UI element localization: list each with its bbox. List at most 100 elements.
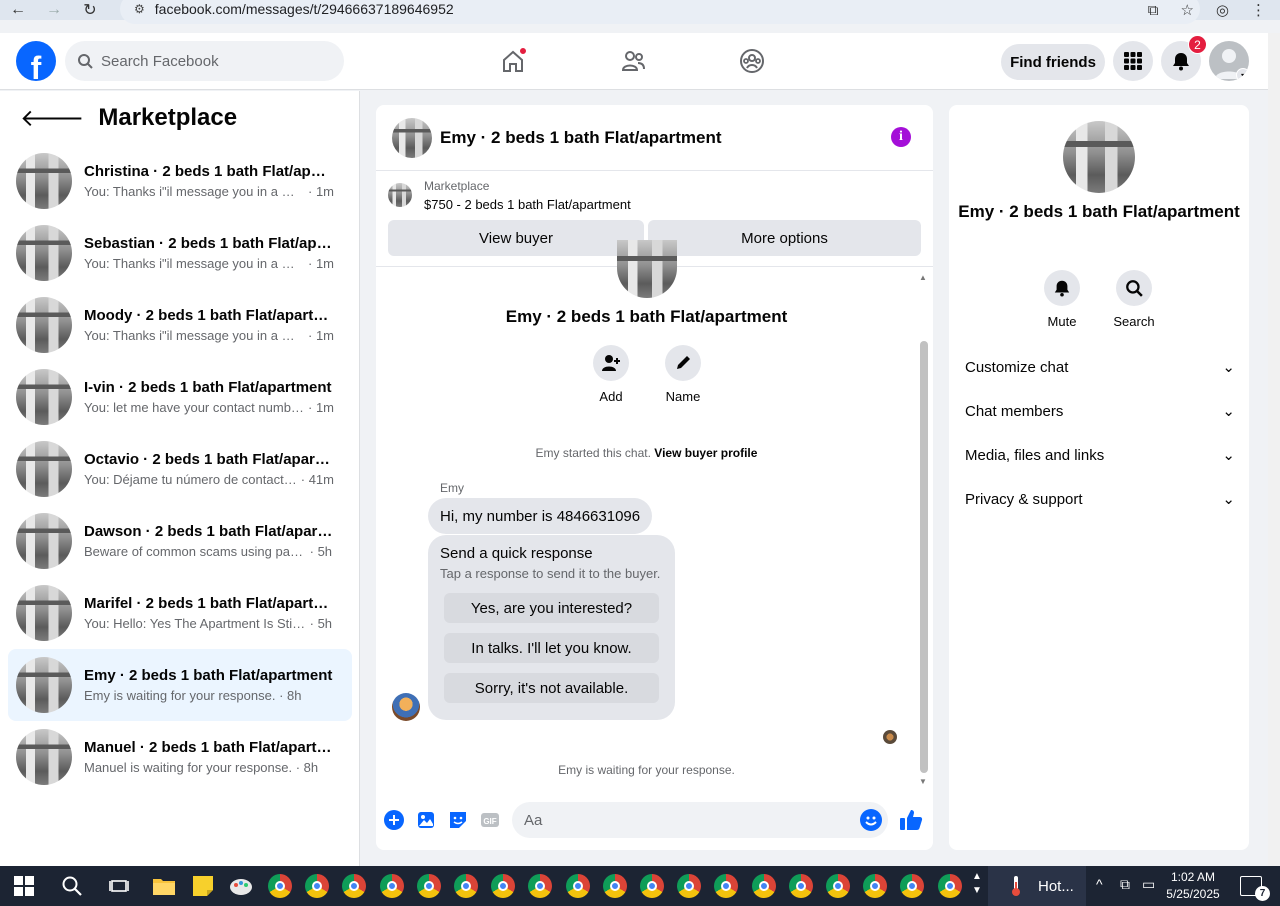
taskbar-search-icon[interactable] (59, 873, 85, 899)
chrome-window-icon[interactable] (676, 873, 702, 899)
message-input-box[interactable] (512, 802, 888, 838)
conversation-item[interactable]: Sebastian · 2 beds 1 bath Flat/apartment… (8, 217, 352, 289)
rename-action[interactable]: Name (648, 345, 718, 404)
find-friends-button[interactable]: Find friends (1001, 44, 1105, 80)
mute-action[interactable]: Mute (1027, 270, 1097, 329)
friends-icon[interactable] (617, 45, 649, 77)
install-app-icon[interactable]: ⧉ (1148, 2, 1159, 19)
chrome-window-icon[interactable] (751, 873, 777, 899)
task-view-icon[interactable] (106, 873, 132, 899)
search-action[interactable]: Search (1099, 270, 1169, 329)
thumbs-up-icon[interactable] (898, 807, 924, 833)
view-buyer-profile-link[interactable]: View buyer profile (654, 446, 757, 460)
chrome-window-icon[interactable] (937, 873, 963, 899)
groups-icon[interactable] (736, 45, 768, 77)
info-icon[interactable]: i (891, 127, 911, 147)
back-icon[interactable]: ← (0, 1, 36, 19)
bookmark-star-icon[interactable]: ☆ (1180, 1, 1193, 19)
message-bubble[interactable]: Hi, my number is 4846631096 (428, 498, 653, 534)
system-clock[interactable]: 1:02 AM 5/25/2025 (1160, 869, 1226, 903)
network-icon[interactable]: ▭ (1142, 876, 1155, 893)
weather-widget[interactable]: Hot... (988, 866, 1086, 906)
chat-scrollbar[interactable]: ▲ ▼ (918, 271, 930, 787)
view-buyer-button[interactable]: View buyer (388, 220, 644, 256)
menu-grid-icon[interactable] (1113, 41, 1153, 81)
chrome-window-icon[interactable] (416, 873, 442, 899)
account-icon[interactable]: ◎ (1216, 1, 1229, 19)
chrome-window-icon[interactable] (639, 873, 665, 899)
conversation-item[interactable]: Christina · 2 beds 1 bath Flat/apartment… (8, 145, 352, 217)
sticker-icon[interactable] (448, 810, 468, 830)
search-box[interactable] (65, 41, 344, 81)
chat-members-row[interactable]: Chat members ⌄ (965, 399, 1235, 423)
chrome-window-icon[interactable] (565, 873, 591, 899)
scrollbar-thumb[interactable] (920, 341, 928, 773)
pencil-icon (677, 356, 690, 369)
quick-response-subtitle: Tap a response to send it to the buyer. (440, 566, 661, 581)
meet-icon[interactable]: ⧉ (1120, 876, 1130, 893)
quick-response-button[interactable]: Yes, are you interested? (444, 593, 659, 623)
chrome-window-icon[interactable] (527, 873, 553, 899)
address-bar[interactable]: ⚙ facebook.com/messages/t/29466637189646… (120, 0, 1200, 24)
conversation-item[interactable]: Emy · 2 beds 1 bath Flat/apartment Emy is… (8, 649, 352, 721)
notification-center-icon[interactable]: 7 (1240, 876, 1270, 901)
search-input[interactable] (101, 52, 321, 70)
forward-icon[interactable]: → (36, 1, 72, 19)
chrome-window-icon[interactable] (341, 873, 367, 899)
paint-icon[interactable] (228, 873, 254, 899)
url-text: facebook.com/messages/t/2946663718964695… (154, 1, 454, 17)
notifications-bell-icon[interactable]: 2 (1161, 35, 1207, 81)
page-scrollbar[interactable] (1268, 33, 1280, 866)
chrome-icon (379, 874, 404, 898)
file-explorer-icon[interactable] (151, 873, 177, 899)
listing-title[interactable]: $750 - 2 beds 1 bath Flat/apartment (424, 197, 631, 212)
quick-response-button[interactable]: Sorry, it's not available. (444, 673, 659, 703)
chrome-window-icon[interactable] (713, 873, 739, 899)
chrome-window-icon[interactable] (899, 873, 925, 899)
chrome-window-icon[interactable] (862, 873, 888, 899)
quick-response-button[interactable]: In talks. I'll let you know. (444, 633, 659, 663)
gif-icon[interactable]: GIF (480, 810, 500, 830)
privacy-support-row[interactable]: Privacy & support ⌄ (965, 487, 1235, 511)
conversation-name: Marifel · 2 beds 1 bath Flat/apartment (84, 595, 334, 612)
taskbar-scroll-arrows[interactable]: ▲ ▼ (972, 870, 982, 898)
back-arrow-icon[interactable]: 🡐 (20, 103, 84, 133)
windows-start-icon[interactable] (14, 876, 34, 896)
site-settings-icon[interactable]: ⚙ (134, 2, 145, 16)
chrome-window-icon[interactable] (788, 873, 814, 899)
conversation-item[interactable]: Dawson · 2 beds 1 bath Flat/apartment Bew… (8, 505, 352, 577)
customize-chat-row[interactable]: Customize chat ⌄ (965, 355, 1235, 379)
message-input[interactable] (524, 811, 844, 829)
browser-menu-icon[interactable]: ⋮ (1251, 1, 1266, 19)
facebook-logo[interactable]: f (16, 41, 56, 81)
hidden-icons-chevron[interactable]: ^ (1096, 876, 1103, 892)
conversation-item[interactable]: Manuel · 2 beds 1 bath Flat/apartment Man… (8, 721, 352, 793)
chrome-window-icon[interactable] (267, 873, 293, 899)
scroll-up-icon[interactable]: ▲ (919, 273, 927, 282)
conversation-item[interactable]: Moody · 2 beds 1 bath Flat/apartment You:… (8, 289, 352, 361)
chrome-window-icon[interactable] (825, 873, 851, 899)
scroll-down-icon[interactable]: ▼ (919, 777, 927, 786)
conversation-item[interactable]: Marifel · 2 beds 1 bath Flat/apartment Yo… (8, 577, 352, 649)
add-member-action[interactable]: Add (576, 345, 646, 404)
sender-avatar[interactable] (392, 693, 420, 721)
chrome-window-icon[interactable] (453, 873, 479, 899)
home-icon[interactable] (497, 45, 529, 77)
more-options-button[interactable]: More options (648, 220, 921, 256)
chrome-window-icon[interactable] (490, 873, 516, 899)
emoji-icon[interactable] (860, 809, 882, 831)
reload-icon[interactable]: ↻ (72, 0, 108, 20)
media-files-links-row[interactable]: Media, files and links ⌄ (965, 443, 1235, 467)
sticky-notes-icon[interactable] (190, 873, 216, 899)
profile-avatar[interactable]: ▾ (1209, 41, 1249, 81)
chat-thumbnail[interactable] (392, 117, 432, 158)
chrome-window-icon[interactable] (602, 873, 628, 899)
photo-icon[interactable] (416, 810, 436, 830)
chrome-window-icon[interactable] (379, 873, 405, 899)
conversation-item[interactable]: I-vin · 2 beds 1 bath Flat/apartment You:… (8, 361, 352, 433)
chrome-window-icon[interactable] (304, 873, 330, 899)
conversation-item[interactable]: Octavio · 2 beds 1 bath Flat/apartment Yo… (8, 433, 352, 505)
chrome-icon (528, 874, 553, 898)
chat-title[interactable]: Emy · 2 beds 1 bath Flat/apartment (440, 128, 722, 148)
plus-circle-icon[interactable] (384, 810, 404, 830)
